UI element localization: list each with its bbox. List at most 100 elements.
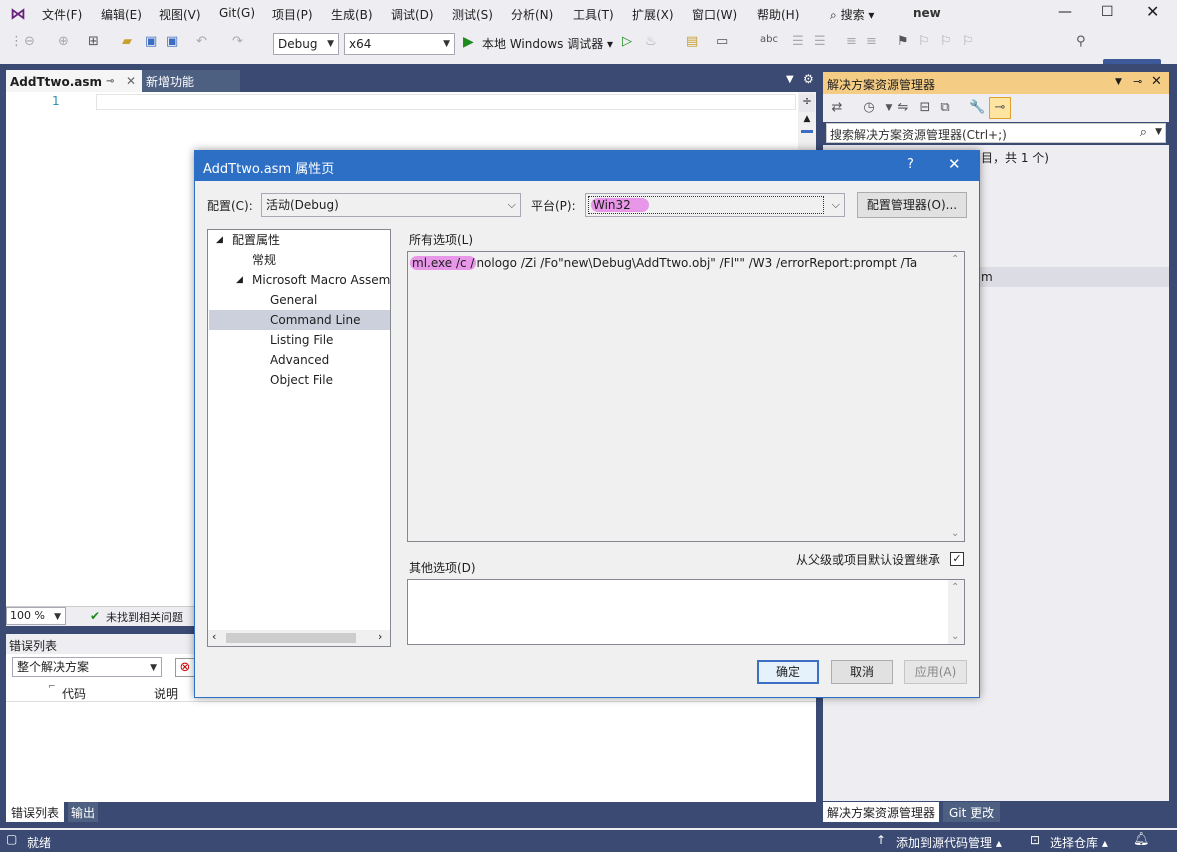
help-icon[interactable]: ? [907,157,914,172]
menu-edit[interactable]: 编辑(E) [101,6,142,23]
error-scope-dropdown[interactable]: 整个解决方案 ▼ [12,657,162,677]
start-without-debug-icon[interactable]: ▷ [622,34,632,49]
window-layout-icon[interactable]: ▭ [716,34,728,49]
tab-error-list[interactable]: 错误列表 [6,802,65,822]
menu-project[interactable]: 项目(P) [272,6,313,23]
add-to-source-control[interactable]: 添加到源代码管理 ▴ [896,834,1002,851]
search-icon[interactable]: ⌕ [1140,125,1147,140]
notifications-icon[interactable]: 🔔︎ [1133,832,1150,847]
zoom-dropdown[interactable]: 100 % ▼ [6,607,66,625]
navigate-forward-icon[interactable]: ⊕ [58,34,69,49]
scroll-up-icon[interactable]: ⌃ [951,254,959,265]
collapse-all-icon[interactable]: ⊟ [917,100,933,116]
tab-whats-new[interactable]: 新增功能 [142,70,240,92]
editor-settings-icon[interactable]: ⚙ [803,72,814,86]
close-panel-icon[interactable]: ✕ [1151,74,1162,89]
column-code[interactable]: 代码 [62,685,86,702]
menu-tools[interactable]: 工具(T) [573,6,614,23]
menu-debug[interactable]: 调试(D) [391,6,434,23]
menu-analyze[interactable]: 分析(N) [511,6,553,23]
tree-command-line[interactable]: Command Line [270,310,361,330]
switch-views-icon[interactable]: ⇄ [829,100,845,116]
scroll-down-icon[interactable]: ⌄ [951,631,959,642]
minimize-icon[interactable]: — [1058,4,1072,20]
tab-solution-explorer[interactable]: 解决方案资源管理器 [823,802,940,822]
filter-icon[interactable]: ⌐ [48,682,56,692]
close-tab-icon[interactable]: ✕ [126,74,136,88]
tree-general[interactable]: General [270,290,317,310]
live-share-icon[interactable]: ⚲ [1076,34,1086,49]
issues-status[interactable]: 未找到相关问题 [106,609,183,625]
options-scrollbar[interactable]: ⌃ ⌄ [948,252,964,541]
prev-bookmark-icon[interactable]: ⚐ [918,34,930,49]
visual-studio-logo-icon[interactable]: ⋈ [10,4,32,24]
config-dropdown[interactable]: 活动(Debug) ⌵ [261,193,521,217]
preview-icon[interactable]: ⊸ [989,97,1011,119]
tab-output[interactable]: 输出 [68,802,99,822]
solution-search-input[interactable]: 搜索解决方案资源管理器(Ctrl+;) ⌕ ▼ [826,123,1166,143]
pin-icon[interactable]: ⊸ [106,76,114,87]
chevron-down-icon[interactable]: ▼ [1155,127,1162,137]
clear-bookmarks-icon[interactable]: ⚐ [962,34,974,49]
history-icon[interactable]: ◷ [861,100,877,116]
ok-button[interactable]: 确定 [757,660,819,684]
window-options-icon[interactable]: ▼ [1115,77,1122,87]
outdent-icon[interactable]: ≡ [866,34,877,49]
start-debug-icon[interactable]: ▶ [463,34,474,50]
tree-horizontal-scrollbar[interactable]: ‹ › [208,630,390,646]
solution-config-dropdown[interactable]: Debug ▼ [273,33,339,55]
other-options-scrollbar[interactable]: ⌃ ⌄ [948,580,964,644]
tab-addttwo-asm[interactable]: AddTtwo.asm ⊸ ✕ [6,70,142,92]
expand-arrow-icon[interactable]: ◢ [216,230,223,250]
close-window-icon[interactable]: ✕ [1146,2,1159,21]
tab-git-changes[interactable]: Git 更改 [943,802,1001,822]
inherit-checkbox[interactable]: ✓ [950,552,964,566]
split-editor-icon[interactable]: ÷ [799,94,815,112]
hot-reload-icon[interactable]: ♨ [645,34,657,49]
open-folder-icon[interactable]: ▰ [122,34,132,49]
cancel-button[interactable]: 取消 [831,660,893,684]
scroll-up-icon[interactable]: ▲ [799,114,815,128]
properties-icon[interactable]: 🔧 [969,100,985,116]
menu-window[interactable]: 窗口(W) [692,6,737,23]
undo-icon[interactable]: ↶ [196,34,207,49]
save-all-icon[interactable]: ▣ [166,34,178,49]
menu-git[interactable]: Git(G) [219,6,255,20]
tree-scroll-thumb[interactable] [226,633,356,643]
menu-test[interactable]: 测试(S) [452,6,493,23]
tab-list-dropdown-icon[interactable]: ▼ [786,74,794,85]
menu-extensions[interactable]: 扩展(X) [632,6,674,23]
other-options-textbox[interactable]: ⌃ ⌄ [407,579,965,645]
new-project-icon[interactable]: ⊞ [88,34,99,49]
platform-dropdown[interactable]: Win32 ⌵ [585,193,845,217]
indent-icon[interactable]: ≡ [846,34,857,49]
solution-platform-dropdown[interactable]: x64 ▼ [344,33,455,55]
menu-view[interactable]: 视图(V) [159,6,201,23]
comment-icon[interactable]: ☰ [792,34,804,49]
search-button[interactable]: ⌕ 搜索 ▾ [830,6,874,23]
show-all-files-icon[interactable]: ⧉ [937,100,953,116]
solution-summary[interactable]: 目，共 1 个) [981,149,1049,166]
scroll-thumb[interactable] [801,130,813,133]
tree-general-cn[interactable]: 常规 [252,250,276,270]
menu-file[interactable]: 文件(F) [42,6,82,23]
solution-folder-icon[interactable]: ▤ [686,34,698,49]
tree-listing-file[interactable]: Listing File [270,330,333,350]
config-manager-button[interactable]: 配置管理器(O)... [857,192,967,218]
all-options-textbox[interactable]: ml.exe /c / nologo /Zi /Fo"new\Debug\AddT… [407,251,965,542]
bookmark-icon[interactable]: ⚑ [897,34,909,49]
errors-filter-icon[interactable]: ⊗ [175,658,195,677]
tree-object-file[interactable]: Object File [270,370,333,390]
selected-tree-row[interactable]: m [973,267,1169,287]
apply-button[interactable]: 应用(A) [904,660,967,684]
scroll-up-icon[interactable]: ⌃ [951,582,959,593]
dialog-close-icon[interactable]: ✕ [948,155,961,173]
select-repository[interactable]: 选择仓库 ▴ [1050,834,1108,851]
tree-advanced[interactable]: Advanced [270,350,329,370]
uncomment-icon[interactable]: ☰ [814,34,826,49]
navigate-back-icon[interactable]: ⊖ [24,34,35,49]
scroll-left-icon[interactable]: ‹ [212,630,216,643]
tree-masm[interactable]: Microsoft Macro Assem [252,270,390,290]
column-description[interactable]: 说明 [154,685,178,702]
tree-config-properties[interactable]: 配置属性 [232,230,280,250]
